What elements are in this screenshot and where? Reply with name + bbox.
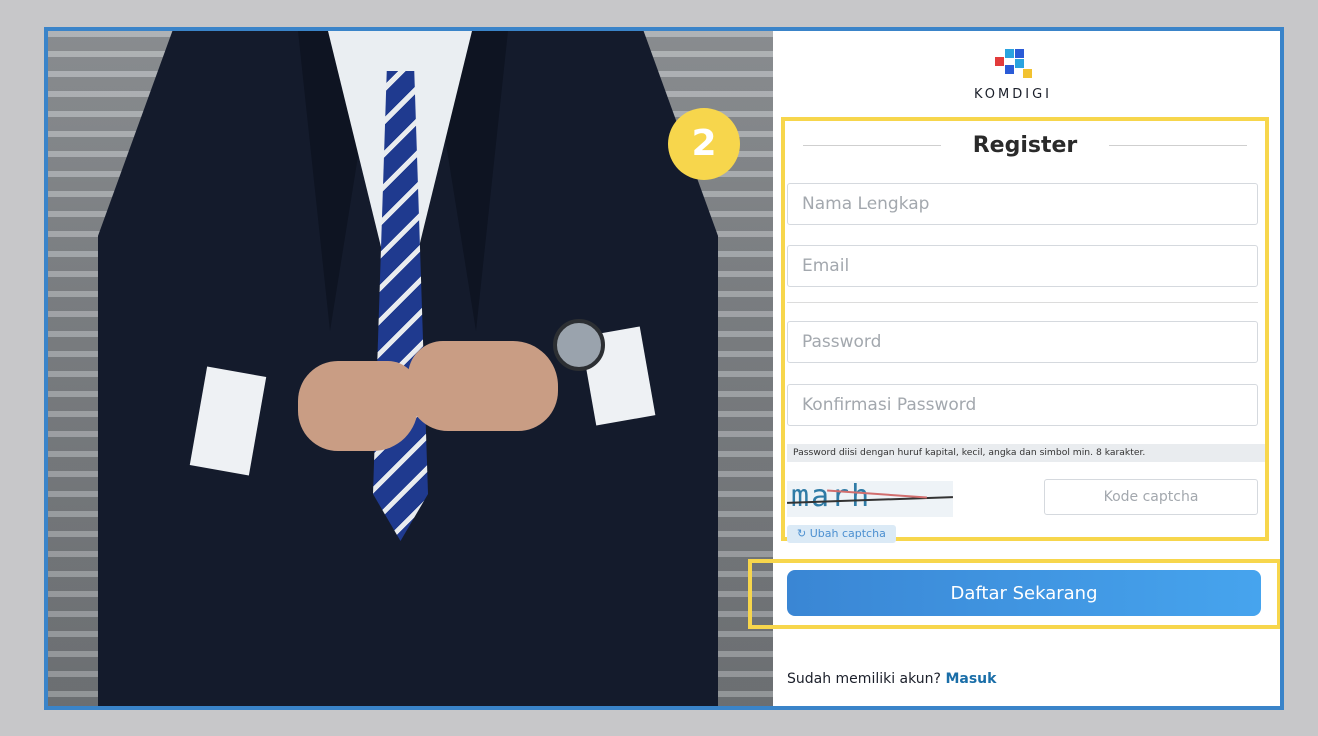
watch (553, 319, 605, 371)
form-title: Register (972, 132, 1078, 158)
page-frame: KOMDIGI Register Password diisi dengan h… (44, 27, 1284, 710)
refresh-captcha-button[interactable]: ↻ Ubah captcha (787, 525, 896, 543)
email-input[interactable] (787, 245, 1258, 287)
refresh-captcha-label: Ubah captcha (809, 527, 886, 540)
register-button[interactable]: Daftar Sekarang (787, 570, 1261, 616)
captcha-image: marh (787, 481, 953, 517)
login-link[interactable]: Masuk (945, 671, 996, 687)
confirm-password-input[interactable] (787, 384, 1258, 426)
form-title-row: Register (803, 127, 1248, 163)
login-prompt: Sudah memiliki akun? (787, 671, 941, 687)
komdigi-logo: KOMDIGI (953, 45, 1073, 102)
refresh-icon: ↻ (797, 527, 807, 540)
logo-text: KOMDIGI (973, 87, 1052, 102)
captcha-input[interactable] (1044, 479, 1258, 515)
password-hint: Password diisi dengan huruf kapital, kec… (787, 444, 1265, 462)
divider (787, 302, 1258, 303)
password-input[interactable] (787, 321, 1258, 363)
captcha-text: marh (791, 481, 872, 514)
logo-icon (993, 45, 1033, 81)
login-prompt-line: Sudah memiliki akun? Masuk (787, 671, 996, 687)
step-badge: 2 (668, 108, 740, 180)
register-panel: KOMDIGI Register Password diisi dengan h… (748, 31, 1280, 706)
full-name-input[interactable] (787, 183, 1258, 225)
businessman-photo (48, 31, 773, 706)
